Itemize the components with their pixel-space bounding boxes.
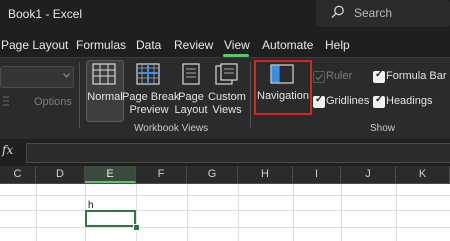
- grid-line: [187, 184, 188, 241]
- formula-bar-label[interactable]: Formula Bar: [386, 70, 447, 83]
- column-header-d[interactable]: D: [36, 166, 85, 183]
- ruler-label: Ruler: [326, 70, 353, 82]
- grid-line: [341, 184, 342, 241]
- column-header-f[interactable]: F: [136, 166, 187, 183]
- column-header-i[interactable]: I: [293, 166, 341, 183]
- worksheet-grid[interactable]: [0, 184, 450, 241]
- tab-help[interactable]: Help: [325, 38, 350, 52]
- page-break-preview-label[interactable]: Page Break Preview: [122, 91, 180, 117]
- active-cell-selection[interactable]: [85, 210, 136, 227]
- column-header-j[interactable]: J: [341, 166, 396, 183]
- grid-line: [0, 227, 450, 228]
- grid-line: [136, 184, 137, 241]
- search-icon: [331, 5, 344, 18]
- gridlines-checkbox[interactable]: [313, 94, 325, 108]
- column-header-e[interactable]: E: [85, 166, 136, 183]
- fill-handle[interactable]: [133, 224, 140, 231]
- custom-views-label-line1: Custom: [208, 91, 246, 103]
- check-icon: [315, 74, 323, 81]
- custom-views-label-line2: Views: [212, 104, 242, 116]
- headings-checkbox[interactable]: [373, 94, 385, 108]
- grid-line: [396, 184, 397, 241]
- column-header-c[interactable]: C: [0, 166, 36, 183]
- normal-view-label: Normal: [87, 91, 123, 103]
- page-layout-label-line2: Layout: [174, 104, 208, 116]
- gridlines-label[interactable]: Gridlines: [326, 95, 369, 108]
- grid-line: [293, 184, 294, 241]
- page-layout-label[interactable]: Page Layout: [174, 91, 208, 117]
- tab-view[interactable]: View: [224, 38, 250, 52]
- tab-review[interactable]: Review: [174, 38, 213, 52]
- custom-views-label[interactable]: Custom Views: [207, 91, 247, 117]
- grid-line: [36, 184, 37, 241]
- tab-data[interactable]: Data: [136, 38, 161, 52]
- tab-automate[interactable]: Automate: [262, 38, 313, 52]
- window-title: Book1 - Excel: [8, 7, 83, 21]
- chevron-down-icon: [63, 73, 70, 78]
- custom-views-icon[interactable]: [215, 63, 239, 85]
- ribbon-divider: [79, 62, 80, 128]
- column-header-k[interactable]: K: [396, 166, 450, 183]
- insert-function-icon[interactable]: fx: [2, 143, 20, 161]
- formula-input[interactable]: [26, 143, 450, 163]
- page-break-label-line2: Preview: [129, 104, 169, 116]
- workbook-views-group-label: Workbook Views: [134, 123, 209, 134]
- page-layout-icon[interactable]: [182, 63, 200, 85]
- page-layout-label-line1: Page: [178, 91, 204, 103]
- column-header-g[interactable]: G: [187, 166, 238, 183]
- navigation-icon: [270, 64, 294, 84]
- formula-bar-checkbox[interactable]: [373, 69, 385, 83]
- options-label[interactable]: Options: [34, 96, 72, 109]
- grid-line: [238, 184, 239, 241]
- ribbon-divider: [250, 62, 251, 128]
- headings-label[interactable]: Headings: [386, 95, 432, 108]
- page-break-preview-icon[interactable]: [136, 63, 160, 85]
- search-placeholder[interactable]: Search: [354, 6, 392, 20]
- grid-line: [0, 210, 450, 211]
- tab-page-layout[interactable]: Page Layout: [1, 38, 68, 52]
- grid-line: [0, 195, 450, 196]
- page-break-label-line1: Page Break: [122, 91, 180, 103]
- column-header-h[interactable]: H: [238, 166, 293, 183]
- navigation-label: Navigation: [257, 90, 309, 102]
- normal-view-icon: [92, 63, 116, 85]
- show-group-label: Show: [370, 123, 396, 134]
- options-icon: [3, 96, 9, 106]
- tab-formulas[interactable]: Formulas: [76, 38, 126, 52]
